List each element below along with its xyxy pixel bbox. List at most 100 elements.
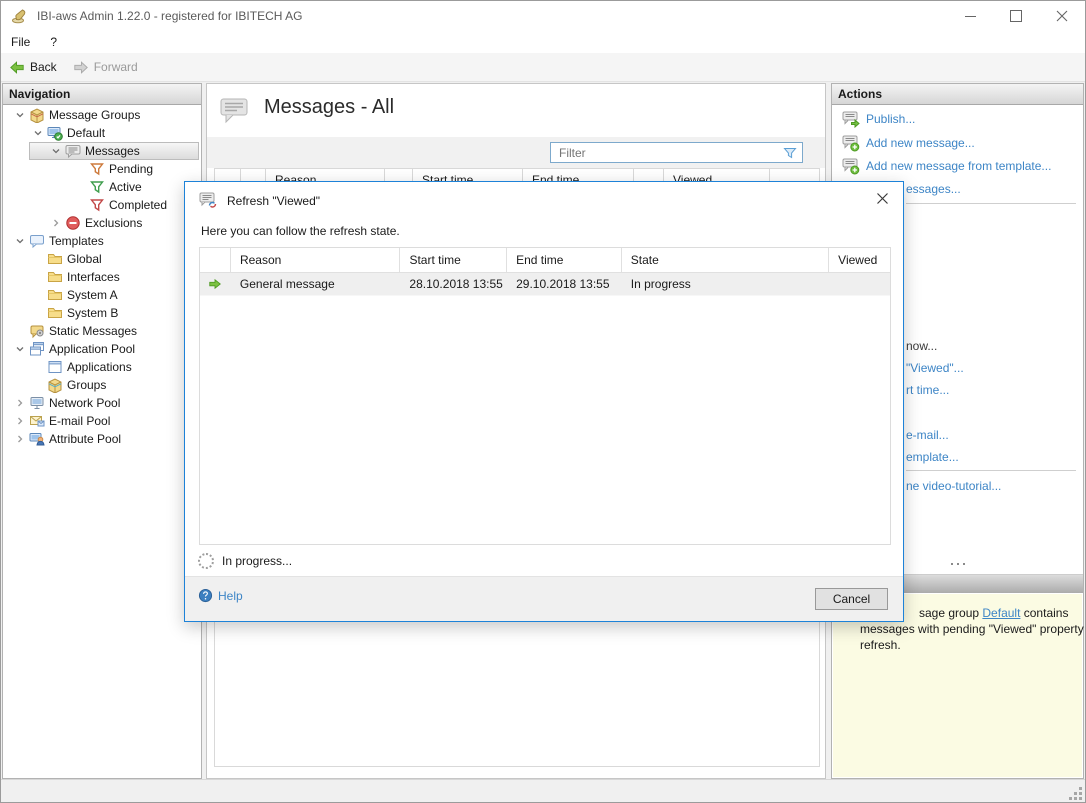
chevron-down-icon[interactable] — [29, 126, 47, 140]
nav-item-active[interactable]: Active — [3, 178, 201, 196]
folder-icon — [47, 251, 63, 267]
chevron-down-icon[interactable] — [11, 234, 29, 248]
column-reason[interactable]: Reason — [231, 248, 401, 272]
action-fragment-email[interactable]: e-mail... — [906, 428, 949, 442]
chevron-spacer — [71, 180, 89, 194]
app-icon — [11, 7, 29, 25]
nav-label: Groups — [67, 378, 106, 392]
resize-grip-icon[interactable] — [1070, 787, 1082, 799]
nav-item-templates[interactable]: Templates — [3, 232, 201, 250]
nav-label: Completed — [109, 198, 167, 212]
dialog-close-icon[interactable] — [873, 189, 891, 207]
nav-item-network-pool[interactable]: Network Pool — [3, 394, 201, 412]
chevron-spacer — [71, 198, 89, 212]
nav-item-completed[interactable]: Completed — [3, 196, 201, 214]
nav-item-message-groups[interactable]: Message Groups — [3, 106, 201, 124]
nav-label: Static Messages — [49, 324, 137, 338]
action-fragment-viewed[interactable]: "Viewed"... — [906, 361, 964, 375]
nav-item-email-pool[interactable]: E-mail Pool — [3, 412, 201, 430]
nav-item-interfaces[interactable]: Interfaces — [3, 268, 201, 286]
nav-item-system-b[interactable]: System B — [3, 304, 201, 322]
chevron-down-icon[interactable] — [11, 342, 29, 356]
cell-end-time: 29.10.2018 13:55 — [507, 273, 622, 295]
nav-item-static-messages[interactable]: Static Messages — [3, 322, 201, 340]
chevron-right-icon[interactable] — [11, 396, 29, 410]
attribute-icon — [29, 431, 45, 447]
groups-box-icon — [47, 377, 63, 393]
actions-separator — [906, 470, 1076, 471]
email-icon — [29, 413, 45, 429]
message-groups-icon — [29, 107, 45, 123]
nav-label: Attribute Pool — [49, 432, 121, 446]
nav-item-groups[interactable]: Groups — [3, 376, 201, 394]
refresh-viewed-dialog: Refresh "Viewed" Here you can follow the… — [184, 181, 904, 622]
filter-input[interactable] — [551, 143, 783, 162]
title-bar: IBI-aws Admin 1.22.0 - registered for IB… — [1, 1, 1085, 31]
chevron-right-icon[interactable] — [11, 414, 29, 428]
nav-label: Active — [109, 180, 142, 194]
column-state[interactable]: State — [622, 248, 829, 272]
nav-item-system-a[interactable]: System A — [3, 286, 201, 304]
nav-label: Global — [67, 252, 102, 266]
default-link[interactable]: Default — [982, 606, 1020, 620]
nav-label: Network Pool — [49, 396, 120, 410]
maximize-button[interactable] — [993, 1, 1039, 31]
cell-viewed — [829, 273, 890, 295]
dialog-table: Reason Start time End time State Viewed … — [199, 247, 891, 545]
nav-item-global[interactable]: Global — [3, 250, 201, 268]
nav-label: Applications — [67, 360, 132, 374]
menu-help[interactable]: ? — [40, 35, 67, 49]
action-fragment-start-time[interactable]: rt time... — [906, 383, 949, 397]
action-fragment-messages[interactable]: essages... — [906, 182, 961, 196]
nav-label: Message Groups — [49, 108, 140, 122]
chevron-down-icon[interactable] — [47, 144, 65, 158]
minimize-button[interactable] — [947, 1, 993, 31]
filter-funnel-icon[interactable] — [782, 145, 798, 161]
application-icon — [47, 359, 63, 375]
cancel-button[interactable]: Cancel — [815, 588, 888, 610]
column-start-time[interactable]: Start time — [400, 248, 507, 272]
chevron-right-icon[interactable] — [47, 216, 65, 230]
nav-label: System B — [67, 306, 118, 320]
nav-item-applications[interactable]: Applications — [3, 358, 201, 376]
nav-item-exclusions[interactable]: Exclusions — [3, 214, 201, 232]
nav-item-application-pool[interactable]: Application Pool — [3, 340, 201, 358]
action-fragment-video-tutorial[interactable]: ne video-tutorial... — [906, 479, 1001, 493]
close-button[interactable] — [1039, 1, 1085, 31]
action-add-message[interactable]: Add new message... — [842, 132, 975, 154]
action-add-message-from-template[interactable]: Add new message from template... — [842, 155, 1051, 177]
chevron-down-icon[interactable] — [11, 108, 29, 122]
folder-icon — [47, 305, 63, 321]
nav-item-attribute-pool[interactable]: Attribute Pool — [3, 430, 201, 448]
menu-file[interactable]: File — [1, 35, 40, 49]
chevron-spacer — [29, 378, 47, 392]
column-end-time[interactable]: End time — [507, 248, 622, 272]
table-row[interactable]: General message 28.10.2018 13:55 29.10.2… — [200, 273, 890, 296]
action-publish[interactable]: Publish... — [842, 108, 915, 130]
chevron-right-icon[interactable] — [11, 432, 29, 446]
splitter-grip-icon[interactable] — [951, 563, 965, 565]
dialog-footer: Help Cancel — [185, 576, 903, 621]
forward-button[interactable]: Forward — [65, 55, 146, 79]
cell-state: In progress — [622, 273, 829, 295]
info-text: sage group — [919, 606, 982, 620]
action-label: Add new message from template... — [866, 159, 1051, 173]
computer-check-icon — [47, 125, 63, 141]
column-viewed[interactable]: Viewed — [829, 248, 890, 272]
back-arrow-icon — [9, 60, 25, 75]
refresh-message-icon — [199, 191, 217, 209]
nav-item-messages[interactable]: Messages — [3, 142, 201, 160]
back-button[interactable]: Back — [1, 55, 65, 79]
column-icon[interactable] — [200, 248, 231, 272]
nav-label: Pending — [109, 162, 153, 176]
template-bubble-icon — [29, 233, 45, 249]
funnel-orange-icon — [89, 161, 105, 177]
action-fragment-template[interactable]: emplate... — [906, 450, 959, 464]
nav-item-default[interactable]: Default — [3, 124, 201, 142]
nav-item-pending[interactable]: Pending — [3, 160, 201, 178]
help-link[interactable]: Help — [198, 588, 243, 603]
network-icon — [29, 395, 45, 411]
help-icon — [198, 588, 213, 603]
green-arrow-icon — [208, 277, 222, 291]
action-fragment-now[interactable]: now... — [906, 339, 937, 353]
